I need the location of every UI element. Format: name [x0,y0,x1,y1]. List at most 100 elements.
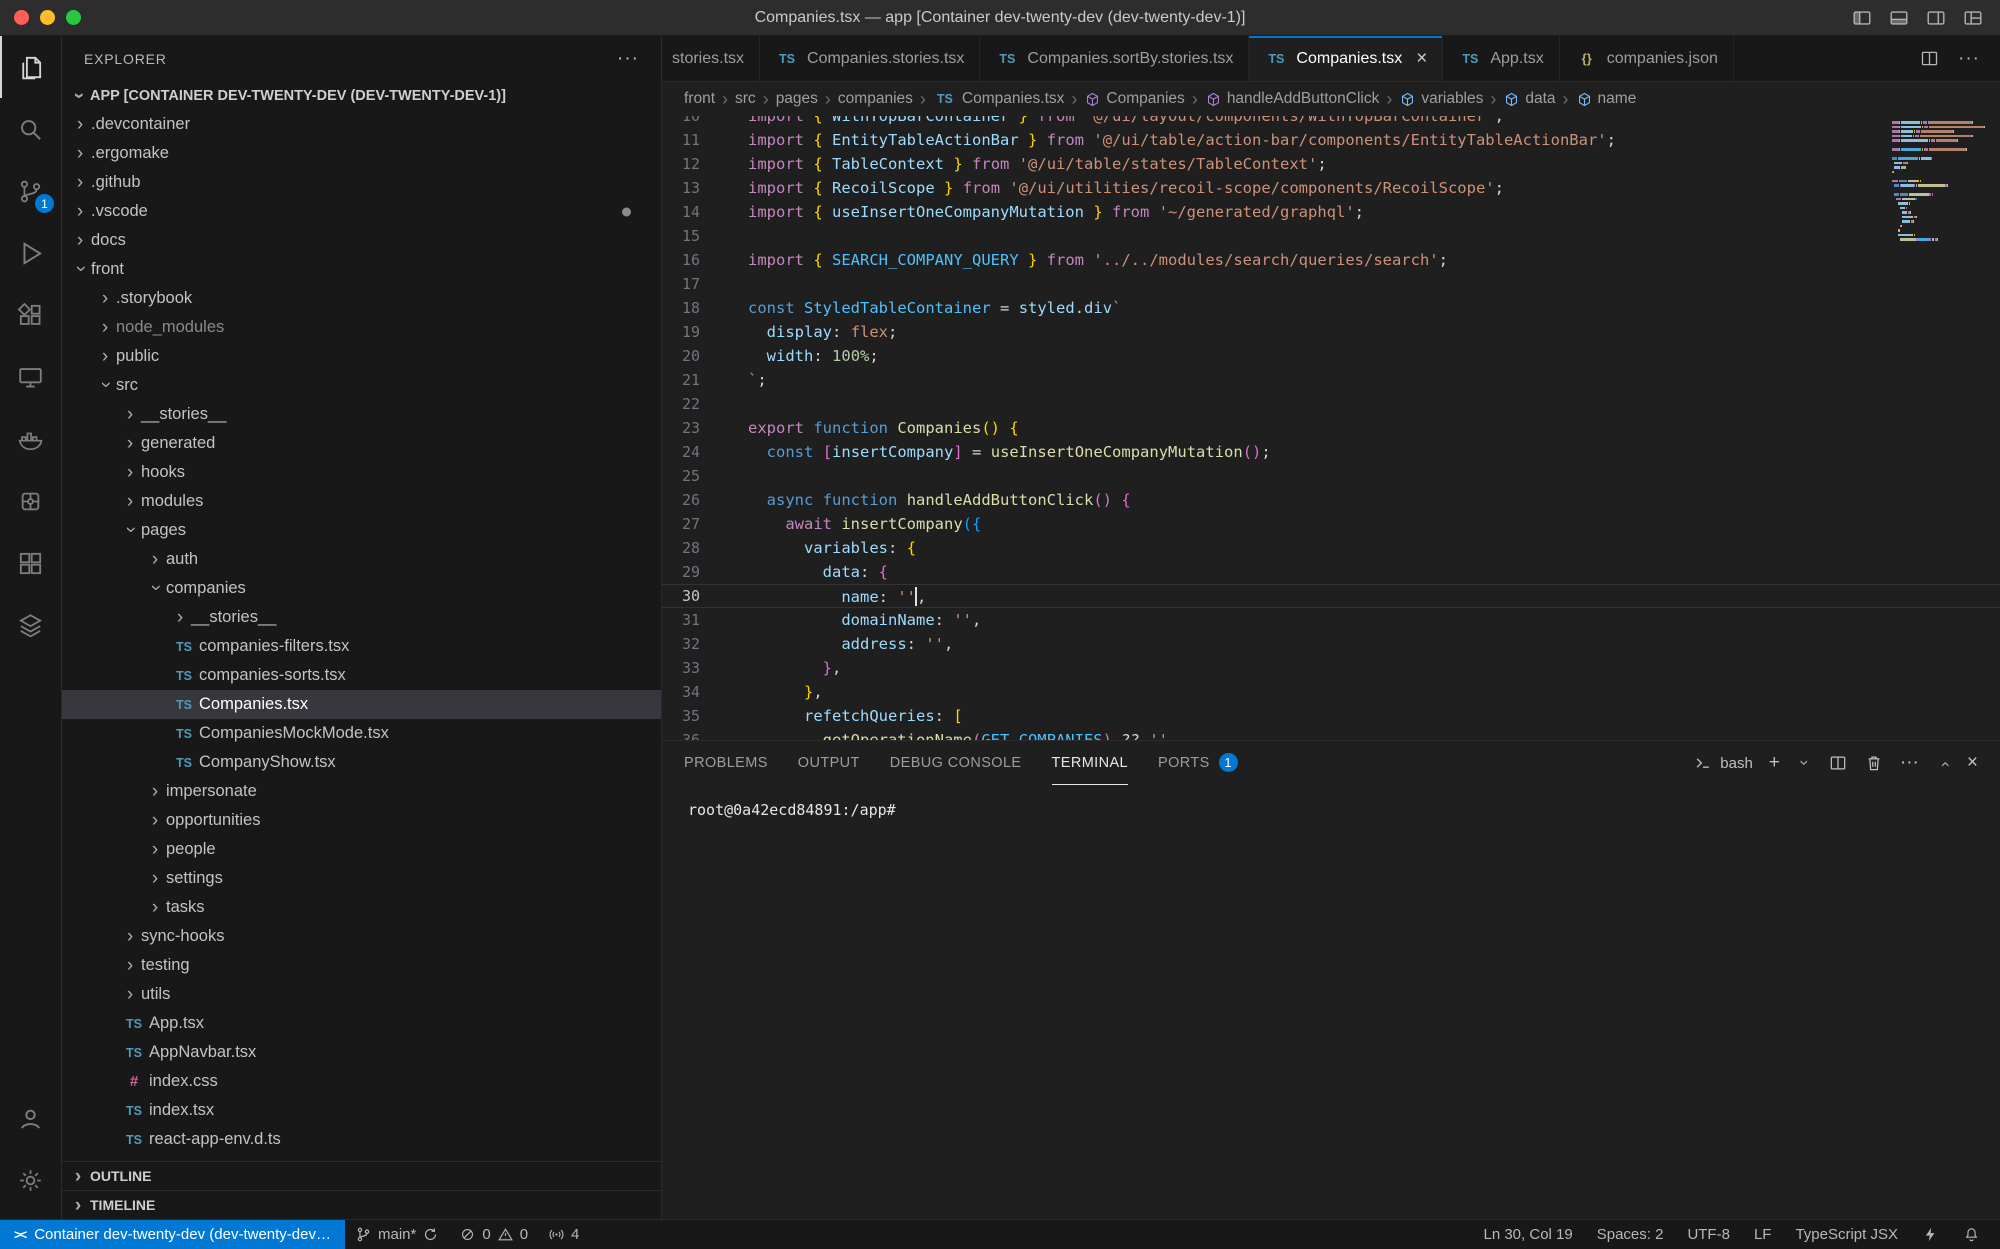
tab-stories.tsx[interactable]: stories.tsx [662,36,760,81]
folder-sync-hooks[interactable]: ›sync-hooks [62,922,661,951]
branch-status[interactable]: main* [345,1220,449,1249]
remote-indicator[interactable]: >< Container dev-twenty-dev (dev-twenty-… [0,1220,345,1249]
folder-tasks[interactable]: ›tasks [62,893,661,922]
file-companies-filters.tsx[interactable]: TScompanies-filters.tsx [62,632,661,661]
split-terminal-icon[interactable] [1828,753,1848,773]
code-line-13[interactable]: 13import { RecoilScope } from '@/ui/util… [662,176,2000,200]
tab-Companies.sortBy.stories.tsx[interactable]: TSCompanies.sortBy.stories.tsx [980,36,1249,81]
minimap[interactable] [1892,120,1988,242]
folder-people[interactable]: ›people [62,835,661,864]
folder-public[interactable]: ›public [62,342,661,371]
activity-explorer[interactable] [0,36,61,98]
eol-status[interactable]: LF [1742,1220,1784,1249]
file-index.tsx[interactable]: TSindex.tsx [62,1096,661,1125]
folder-testing[interactable]: ›testing [62,951,661,980]
breadcrumb-item-handleAddButtonClick[interactable]: handleAddButtonClick [1205,90,1380,108]
folder-.storybook[interactable]: ›.storybook [62,284,661,313]
activity-apps[interactable] [0,532,61,594]
activity-docker[interactable] [0,408,61,470]
code-line-21[interactable]: 21`; [662,368,2000,392]
folder-node_modules[interactable]: ›node_modules [62,313,661,342]
code-line-27[interactable]: 27 await insertCompany({ [662,512,2000,536]
code-line-26[interactable]: 26 async function handleAddButtonClick()… [662,488,2000,512]
activity-extensions[interactable] [0,284,61,346]
language-extra-status[interactable] [1910,1220,1951,1249]
file-CompanyShow.tsx[interactable]: TSCompanyShow.tsx [62,748,661,777]
activity-settings[interactable] [0,1149,61,1211]
folder-settings[interactable]: ›settings [62,864,661,893]
toggle-secondary-sidebar-icon[interactable] [1925,7,1947,29]
close-panel-icon[interactable]: × [1967,752,1978,774]
folder-companies[interactable]: ›companies [62,574,661,603]
code-line-33[interactable]: 33 }, [662,656,2000,680]
code-line-12[interactable]: 12import { TableContext } from '@/ui/tab… [662,152,2000,176]
breadcrumb-item-Companies.tsx[interactable]: TSCompanies.tsx [933,90,1065,108]
code-line-19[interactable]: 19 display: flex; [662,320,2000,344]
activity-layers[interactable] [0,594,61,656]
minimize-window-button[interactable] [40,10,55,25]
folder-auth[interactable]: ›auth [62,545,661,574]
code-line-22[interactable]: 22 [662,392,2000,416]
folder-.github[interactable]: ›.github [62,168,661,197]
encoding-status[interactable]: UTF-8 [1675,1220,1742,1249]
code-line-18[interactable]: 18const StyledTableContainer = styled.di… [662,296,2000,320]
code-line-34[interactable]: 34 }, [662,680,2000,704]
folder-.devcontainer[interactable]: ›.devcontainer [62,110,661,139]
folder-opportunities[interactable]: ›opportunities [62,806,661,835]
folder-src[interactable]: ›src [62,371,661,400]
zoom-window-button[interactable] [66,10,81,25]
code-line-11[interactable]: 11import { EntityTableActionBar } from '… [662,128,2000,152]
breadcrumb-item-front[interactable]: front [684,90,715,108]
toggle-panel-icon[interactable] [1888,7,1910,29]
notifications[interactable] [1951,1220,1992,1249]
file-companies-sorts.tsx[interactable]: TScompanies-sorts.tsx [62,661,661,690]
code-line-25[interactable]: 25 [662,464,2000,488]
close-tab-icon[interactable]: × [1416,48,1427,70]
folder-front[interactable]: ›front [62,255,661,284]
breadcrumb-item-variables[interactable]: variables [1399,90,1483,108]
close-window-button[interactable] [14,10,29,25]
indentation-status[interactable]: Spaces: 2 [1585,1220,1676,1249]
folder-generated[interactable]: ›generated [62,429,661,458]
file-CompaniesMockMode.tsx[interactable]: TSCompaniesMockMode.tsx [62,719,661,748]
panel-tab-output[interactable]: OUTPUT [798,741,860,785]
panel-more-actions-icon[interactable]: ··· [1900,752,1919,774]
code-line-14[interactable]: 14import { useInsertOneCompanyMutation }… [662,200,2000,224]
breadcrumb-item-src[interactable]: src [735,90,756,108]
code-line-31[interactable]: 31 domainName: '', [662,608,2000,632]
shell-selector[interactable]: bash [1693,753,1753,773]
folder-modules[interactable]: ›modules [62,487,661,516]
problems-status[interactable]: 0 0 [449,1220,538,1249]
folder-utils[interactable]: ›utils [62,980,661,1009]
code-line-32[interactable]: 32 address: '', [662,632,2000,656]
file-AppNavbar.tsx[interactable]: TSAppNavbar.tsx [62,1038,661,1067]
folder-pages[interactable]: ›pages [62,516,661,545]
tab-App.tsx[interactable]: TSApp.tsx [1443,36,1559,81]
file-index.css[interactable]: #index.css [62,1067,661,1096]
tab-Companies.tsx[interactable]: TSCompanies.tsx× [1249,36,1443,81]
tab-Companies.stories.tsx[interactable]: TSCompanies.stories.tsx [760,36,980,81]
activity-connector[interactable] [0,470,61,532]
file-react-app-env.d.ts[interactable]: TSreact-app-env.d.ts [62,1125,661,1154]
cursor-position-status[interactable]: Ln 30, Col 19 [1471,1220,1584,1249]
file-App.tsx[interactable]: TSApp.tsx [62,1009,661,1038]
code-line-24[interactable]: 24 const [insertCompany] = useInsertOneC… [662,440,2000,464]
code-line-10[interactable]: 10import { WithTopBarContainer } from '@… [662,116,2000,128]
activity-accounts[interactable] [0,1087,61,1149]
folder-__stories__[interactable]: ›__stories__ [62,603,661,632]
toggle-sidebar-icon[interactable] [1851,7,1873,29]
folder-.vscode[interactable]: ›.vscode [62,197,661,226]
ports-status[interactable]: 4 [538,1220,589,1249]
language-status[interactable]: TypeScript JSX [1783,1220,1910,1249]
split-editor-icon[interactable] [1919,48,1940,69]
maximize-panel-icon[interactable]: › [1935,756,1952,772]
folder-__stories__[interactable]: ›__stories__ [62,400,661,429]
editor[interactable]: 10import { WithTopBarContainer } from '@… [662,116,2000,740]
code-line-17[interactable]: 17 [662,272,2000,296]
breadcrumb-item-pages[interactable]: pages [776,90,818,108]
folder-docs[interactable]: ›docs [62,226,661,255]
code-line-35[interactable]: 35 refetchQueries: [ [662,704,2000,728]
explorer-more-actions-icon[interactable]: ··· [617,48,639,70]
code-line-15[interactable]: 15 [662,224,2000,248]
folder-impersonate[interactable]: ›impersonate [62,777,661,806]
